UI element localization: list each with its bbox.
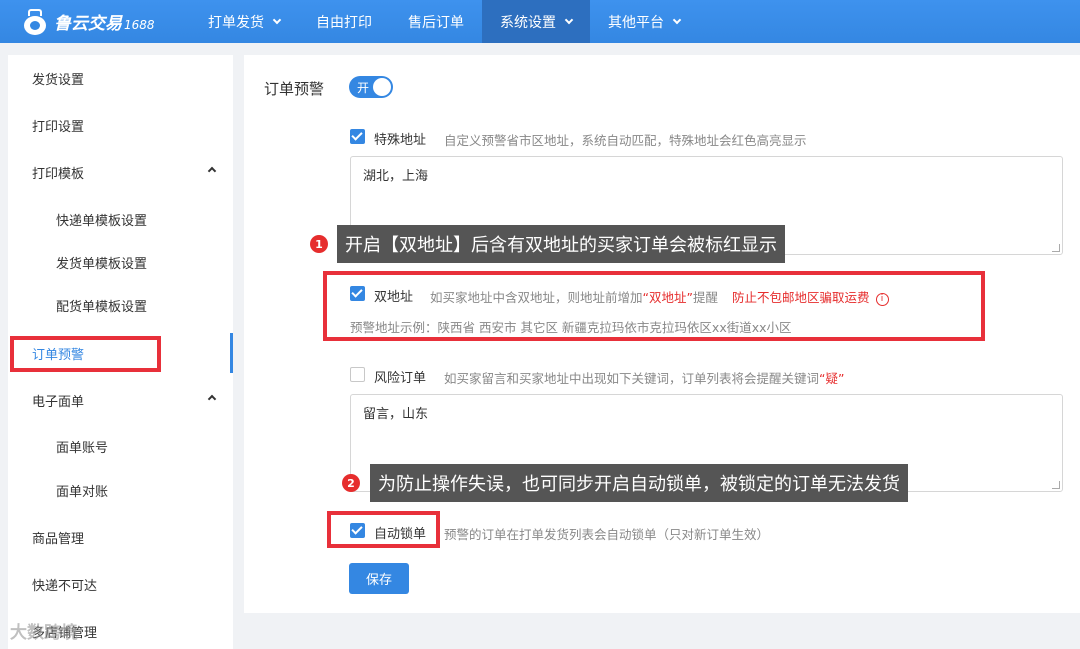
order-alert-toggle[interactable]: 开 <box>349 76 393 98</box>
save-button[interactable]: 保存 <box>349 563 409 594</box>
chevron-down-icon <box>672 15 682 24</box>
highlight-box-sidebar <box>10 336 161 372</box>
special-address-checkbox[interactable] <box>350 129 365 144</box>
sidebar-item-waybill-account[interactable]: 面单账号 <box>8 428 233 464</box>
logo-icon <box>22 8 48 35</box>
sidebar-item-ship-settings[interactable]: 发货设置 <box>8 60 233 96</box>
sidebar-item-print-templates[interactable]: 打印模板 <box>8 154 233 190</box>
nav-print-ship[interactable]: 打单发货 <box>190 0 298 43</box>
watermark: 大数跨境 <box>10 623 78 643</box>
risk-order-desc: 如买家留言和买家地址中出现如下关键词，订单列表将会提醒关键词“疑” <box>444 371 845 386</box>
brand-logo[interactable]: 鲁云交易 1688 <box>0 0 190 43</box>
sidebar-item-picking-template[interactable]: 配货单模板设置 <box>8 287 233 323</box>
nav-after-sales[interactable]: 售后订单 <box>390 0 482 43</box>
special-address-desc: 自定义预警省市区地址，系统自动匹配，特殊地址会红色高亮显示 <box>444 133 807 148</box>
auto-lock-desc: 预警的订单在打单发货列表会自动锁单（只对新订单生效） <box>444 527 770 542</box>
risk-order-label: 风险订单 <box>374 371 427 386</box>
page-title: 订单预警 <box>264 80 325 98</box>
annotation-badge-2: 2 <box>342 474 360 492</box>
sidebar-item-express-template[interactable]: 快递单模板设置 <box>8 201 233 237</box>
toggle-knob <box>373 78 391 96</box>
sidebar-item-e-waybill[interactable]: 电子面单 <box>8 382 233 418</box>
special-address-label: 特殊地址 <box>374 133 427 148</box>
sidebar-item-product-management[interactable]: 商品管理 <box>8 519 233 555</box>
brand-name: 鲁云交易 1688 <box>54 14 155 34</box>
chevron-up-icon <box>207 166 217 176</box>
chevron-down-icon <box>564 15 574 24</box>
top-navbar: 鲁云交易 1688 打单发货 自由打印 售后订单 系统设置 其他平台 <box>0 0 1080 43</box>
resize-handle-icon[interactable] <box>1052 481 1060 489</box>
chevron-down-icon <box>272 15 282 24</box>
nav-other-platforms[interactable]: 其他平台 <box>590 0 698 43</box>
highlight-box-double-address <box>323 271 985 341</box>
annotation-badge-1: 1 <box>310 235 328 253</box>
sidebar-item-waybill-reconcile[interactable]: 面单对账 <box>8 472 233 508</box>
sidebar-item-unreachable-express[interactable]: 快递不可达 <box>8 566 233 602</box>
chevron-up-icon <box>207 394 217 404</box>
highlight-box-auto-lock <box>327 511 440 548</box>
risk-order-checkbox[interactable] <box>350 367 365 382</box>
annotation-callout-2: 为防止操作失误，也可同步开启自动锁单，被锁定的订单无法发货 <box>370 464 908 502</box>
annotation-callout-1: 开启【双地址】后含有双地址的买家订单会被标红显示 <box>337 225 785 263</box>
sidebar-item-print-settings[interactable]: 打印设置 <box>8 107 233 143</box>
resize-handle-icon[interactable] <box>1052 244 1060 252</box>
active-indicator <box>230 333 233 373</box>
nav-free-print[interactable]: 自由打印 <box>298 0 390 43</box>
sidebar-item-invoice-template[interactable]: 发货单模板设置 <box>8 244 233 280</box>
nav-system-settings[interactable]: 系统设置 <box>482 0 590 43</box>
